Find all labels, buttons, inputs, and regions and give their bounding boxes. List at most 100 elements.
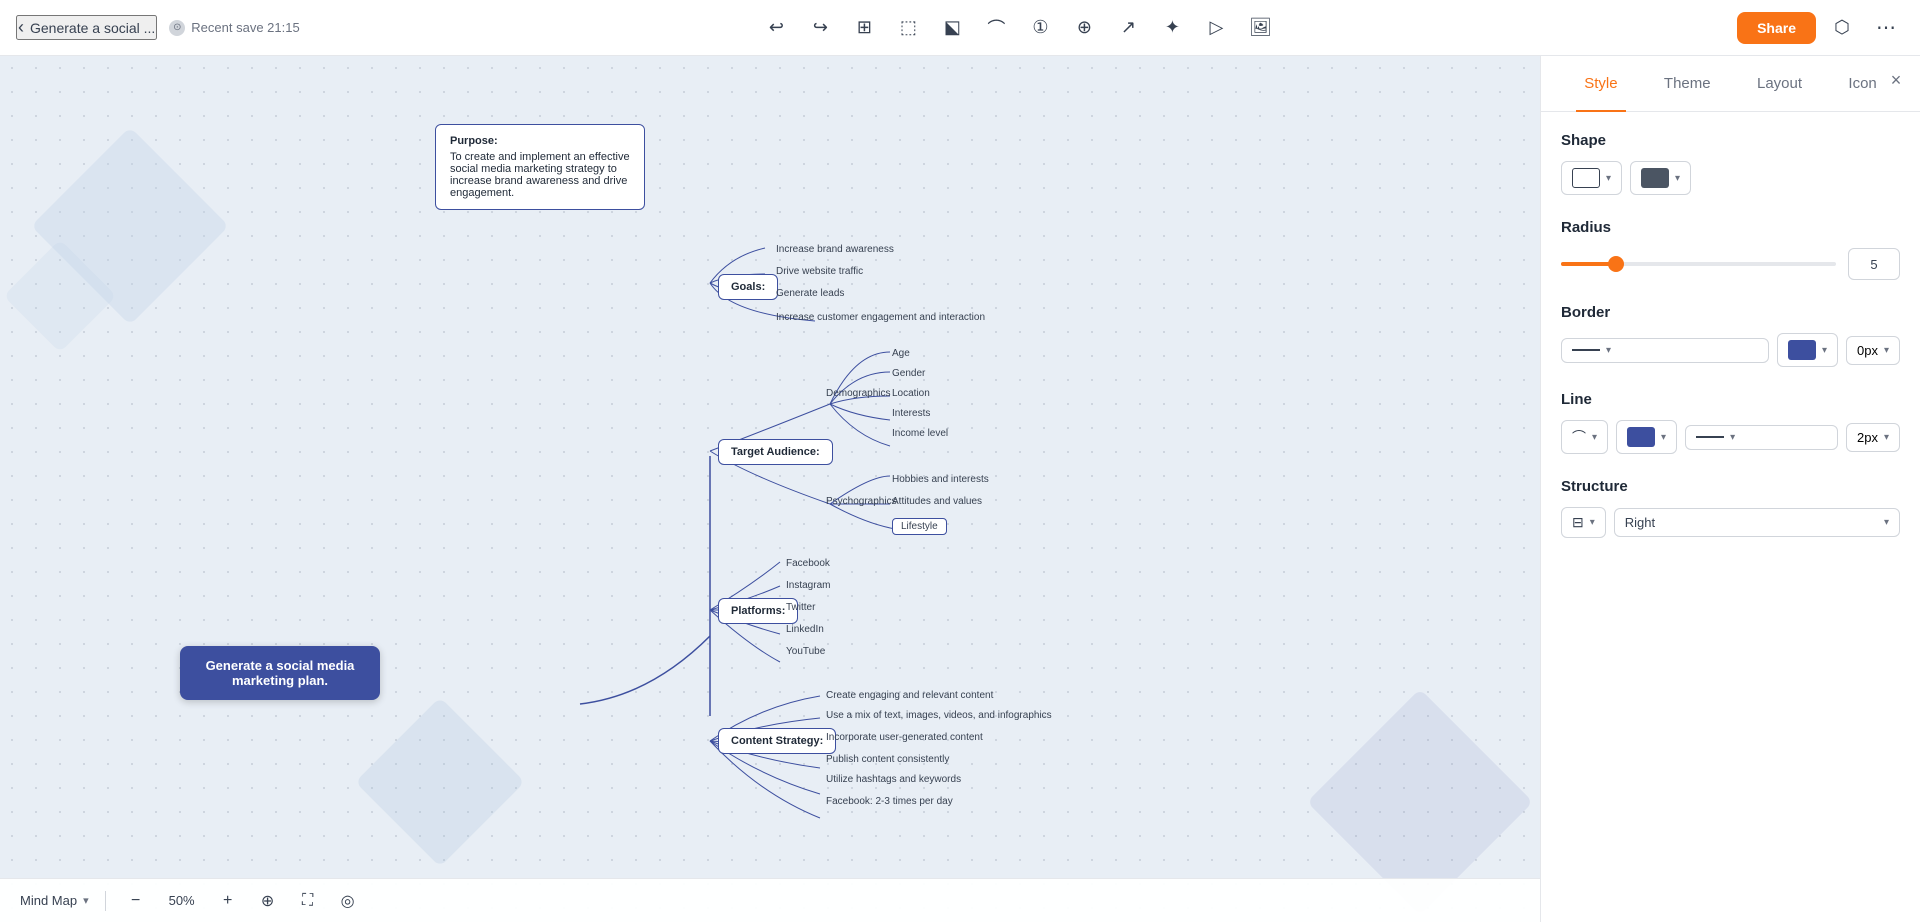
border-color-select[interactable]: ▾ (1777, 333, 1838, 367)
line-size-select[interactable]: 2px ▾ (1846, 423, 1900, 452)
undo-button[interactable]: ↩ (758, 10, 794, 46)
psycho-lifestyle: Lifestyle (892, 518, 947, 535)
image-button[interactable]: 🖼 (1242, 10, 1278, 46)
shape-preview-icon (1572, 168, 1600, 188)
platform-instagram: Instagram (786, 580, 830, 591)
tab-layout[interactable]: Layout (1749, 71, 1810, 96)
line-color-preview (1627, 427, 1655, 447)
structure-direction-value: Right (1625, 515, 1655, 530)
share-button[interactable]: Share (1737, 12, 1816, 44)
deco-diamond-3 (355, 697, 525, 867)
content-item-4: Publish content consistently (826, 754, 949, 765)
right-panel: × Style Theme Layout Icon Shape ▾ ▾ (1540, 56, 1920, 922)
radius-slider-container[interactable] (1561, 254, 1836, 274)
header-right: Share ⬡ ⋯ (1737, 10, 1904, 46)
platform-facebook: Facebook (786, 558, 830, 569)
structure-layout-icon: ⊟ (1572, 514, 1584, 531)
demographics-label: Demographics (826, 388, 890, 399)
divider-1 (105, 891, 106, 911)
radius-section: Radius 5 (1561, 219, 1900, 280)
content-strategy-node[interactable]: Content Strategy: (718, 728, 836, 754)
zoom-out-button[interactable]: − (122, 887, 150, 915)
platform-youtube: YouTube (786, 646, 825, 657)
border-style-select[interactable]: ▾ (1561, 338, 1769, 363)
back-icon: ‹ (18, 17, 24, 38)
add-shape-button[interactable]: ① (1022, 10, 1058, 46)
target-audience-node[interactable]: Target Audience: (718, 439, 833, 465)
view-chevron-icon: ▾ (83, 894, 89, 907)
psycho-hobbies: Hobbies and interests (892, 474, 989, 485)
export-button[interactable]: ⬡ (1824, 10, 1860, 46)
connector-button[interactable]: ⌒ (978, 10, 1014, 46)
line-color-select[interactable]: ▾ (1616, 420, 1677, 454)
line-style-select[interactable]: ⌒ ▾ (1561, 420, 1608, 454)
radius-input[interactable]: 5 (1848, 248, 1900, 280)
border-size-arrow: ▾ (1884, 345, 1889, 356)
psycho-attitudes: Attitudes and values (892, 496, 982, 507)
structure-direction-arrow: ▾ (1884, 517, 1889, 528)
goals-item-2: Drive website traffic (776, 266, 863, 277)
save-timestamp: Recent save 21:15 (191, 20, 299, 35)
platform-linkedin: LinkedIn (786, 624, 824, 635)
zoom-in-button[interactable]: + (214, 887, 242, 915)
arrow-button[interactable]: ↗ (1110, 10, 1146, 46)
tab-icon[interactable]: Icon (1840, 71, 1884, 96)
fit-to-screen-button[interactable]: ⊕ (254, 887, 282, 915)
shape-controls-row: ▾ ▾ (1561, 161, 1900, 195)
present-button[interactable]: ▷ (1198, 10, 1234, 46)
line-section: Line ⌒ ▾ ▾ ▾ 2px ▾ (1561, 391, 1900, 454)
goals-node[interactable]: Goals: (718, 274, 778, 300)
panel-content: Shape ▾ ▾ Radius (1541, 112, 1920, 922)
content-item-6: Facebook: 2-3 times per day (826, 796, 953, 807)
border-section-title: Border (1561, 304, 1900, 321)
panel-tabs: Style Theme Layout Icon (1541, 56, 1920, 112)
frames-button[interactable]: ⊞ (846, 10, 882, 46)
redo-button[interactable]: ↪ (802, 10, 838, 46)
save-icon: ⊙ (169, 20, 185, 36)
structure-layout-button[interactable]: ⊟ ▾ (1561, 507, 1606, 538)
shape-fill-select[interactable]: ▾ (1630, 161, 1691, 195)
view-mode-label: Mind Map (20, 893, 77, 908)
panel-close-button[interactable]: × (1884, 68, 1908, 92)
content-item-3: Incorporate user-generated content (826, 732, 983, 743)
border-size-select[interactable]: 0px ▾ (1846, 336, 1900, 365)
plus-button[interactable]: ⊕ (1066, 10, 1102, 46)
preview-button[interactable]: ◎ (334, 887, 362, 915)
line-dash-select[interactable]: ▾ (1685, 425, 1838, 450)
structure-section-title: Structure (1561, 478, 1900, 495)
platform-twitter: Twitter (786, 602, 815, 613)
shape-section-title: Shape (1561, 132, 1900, 149)
shape-section: Shape ▾ ▾ (1561, 132, 1900, 195)
structure-section: Structure ⊟ ▾ Right ▾ (1561, 478, 1900, 538)
border-color-arrow: ▾ (1822, 345, 1827, 356)
line-controls: ⌒ ▾ ▾ ▾ 2px ▾ (1561, 420, 1900, 454)
demo-gender: Gender (892, 368, 925, 379)
content-item-1: Create engaging and relevant content (826, 690, 993, 701)
line-style-arrow: ▾ (1592, 432, 1597, 443)
view-label-button[interactable]: Mind Map ▾ (20, 893, 89, 908)
main-node[interactable]: Generate a social media marketing plan. (180, 646, 380, 700)
structure-controls: ⊟ ▾ Right ▾ (1561, 507, 1900, 538)
demo-location: Location (892, 388, 930, 399)
structure-direction-select[interactable]: Right ▾ (1614, 508, 1900, 537)
line-color-arrow: ▾ (1661, 432, 1666, 443)
selection-button[interactable]: ⬚ (890, 10, 926, 46)
more-button[interactable]: ⋯ (1868, 10, 1904, 46)
radius-thumb[interactable] (1608, 256, 1624, 272)
demo-age: Age (892, 348, 910, 359)
structure-layout-arrow: ▾ (1590, 517, 1595, 528)
tab-style[interactable]: Style (1576, 71, 1625, 96)
star-button[interactable]: ✦ (1154, 10, 1190, 46)
tab-theme[interactable]: Theme (1656, 71, 1719, 96)
page-title: Generate a social ... (30, 20, 155, 36)
shape-type-select[interactable]: ▾ (1561, 161, 1622, 195)
back-button[interactable]: ‹ Generate a social ... (16, 15, 157, 40)
pointer-button[interactable]: ⬕ (934, 10, 970, 46)
line-dash-arrow: ▾ (1730, 432, 1735, 443)
radius-track (1561, 262, 1836, 266)
app-header: ‹ Generate a social ... ⊙ Recent save 21… (0, 0, 1920, 56)
zoom-level-label: 50% (162, 893, 202, 908)
fullscreen-button[interactable]: ⛶ (294, 887, 322, 915)
purpose-node[interactable]: Purpose: To create and implement an effe… (435, 124, 645, 210)
content-item-5: Utilize hashtags and keywords (826, 774, 961, 785)
